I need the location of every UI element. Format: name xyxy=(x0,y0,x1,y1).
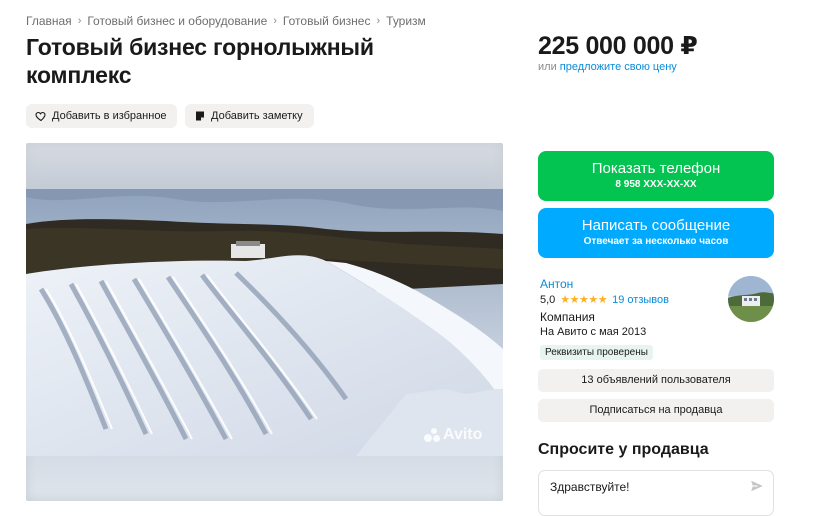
breadcrumb-item-home[interactable]: Главная xyxy=(26,14,72,28)
response-time: Отвечает за несколько часов xyxy=(583,236,729,247)
offer-price-link[interactable]: предложите свою цену xyxy=(560,61,677,73)
chevron-right-icon: › xyxy=(376,15,381,27)
avito-watermark: Avito xyxy=(424,426,482,444)
phone-number: 8 958 XXX-XX-XX xyxy=(615,179,697,190)
add-to-favorites-label: Добавить в избранное xyxy=(52,110,167,122)
seller-ads-button[interactable]: 13 объявлений пользователя xyxy=(538,369,774,392)
price-offer: или предложите свою цену xyxy=(538,61,677,73)
add-to-favorites-button[interactable]: Добавить в избранное xyxy=(26,104,177,128)
chevron-right-icon: › xyxy=(273,15,277,27)
show-phone-label: Показать телефон xyxy=(591,160,721,177)
breadcrumb: Главная › Готовый бизнес и оборудование … xyxy=(26,14,426,28)
show-phone-button[interactable]: Показать телефон 8 958 XXX-XX-XX xyxy=(538,151,774,201)
ask-seller-message: Здравствуйте! xyxy=(550,480,630,494)
chevron-right-icon: › xyxy=(77,15,82,27)
send-icon[interactable] xyxy=(750,479,764,493)
avito-logo-icon xyxy=(424,428,440,442)
breadcrumb-item-ready-business[interactable]: Готовый бизнес xyxy=(283,14,371,28)
breadcrumb-item-tourism[interactable]: Туризм xyxy=(386,14,426,28)
ask-seller-title: Спросите у продавца xyxy=(538,441,709,458)
photo-gallery[interactable]: Avito xyxy=(26,143,503,501)
add-note-button[interactable]: Добавить заметку xyxy=(185,104,314,128)
seller-avatar-image xyxy=(728,276,774,322)
avatar[interactable] xyxy=(728,276,774,322)
add-note-label: Добавить заметку xyxy=(211,110,303,122)
breadcrumb-item-business-equipment[interactable]: Готовый бизнес и оборудование xyxy=(87,14,267,28)
reviews-link[interactable]: 19 отзывов xyxy=(612,294,669,306)
avito-watermark-text: Avito xyxy=(443,426,483,443)
subscribe-seller-button[interactable]: Подписаться на продавца xyxy=(538,399,774,422)
rating-value: 5,0 xyxy=(540,293,556,306)
seller-since: На Авито с мая 2013 xyxy=(540,326,647,338)
ski-resort-photo xyxy=(26,189,503,456)
write-message-button[interactable]: Написать сообщение Отвечает за несколько… xyxy=(538,208,774,258)
price: 225 000 000 ₽ xyxy=(538,32,698,60)
seller-name-link[interactable]: Антон xyxy=(540,277,573,291)
rating-stars-icon: ★★★★★ xyxy=(560,294,608,306)
note-icon xyxy=(196,111,204,121)
page-title: Готовый бизнес горнолыжный комплекс xyxy=(26,34,374,88)
seller-type: Компания xyxy=(540,310,595,324)
heart-icon xyxy=(35,111,46,122)
seller-rating: 5,0 ★★★★★ 19 отзывов xyxy=(540,293,669,307)
verified-badge: Реквизиты проверены xyxy=(540,345,653,360)
write-message-label: Написать сообщение xyxy=(581,217,731,234)
price-offer-prefix: или xyxy=(538,61,560,73)
ask-seller-input[interactable]: Здравствуйте! xyxy=(538,470,774,516)
